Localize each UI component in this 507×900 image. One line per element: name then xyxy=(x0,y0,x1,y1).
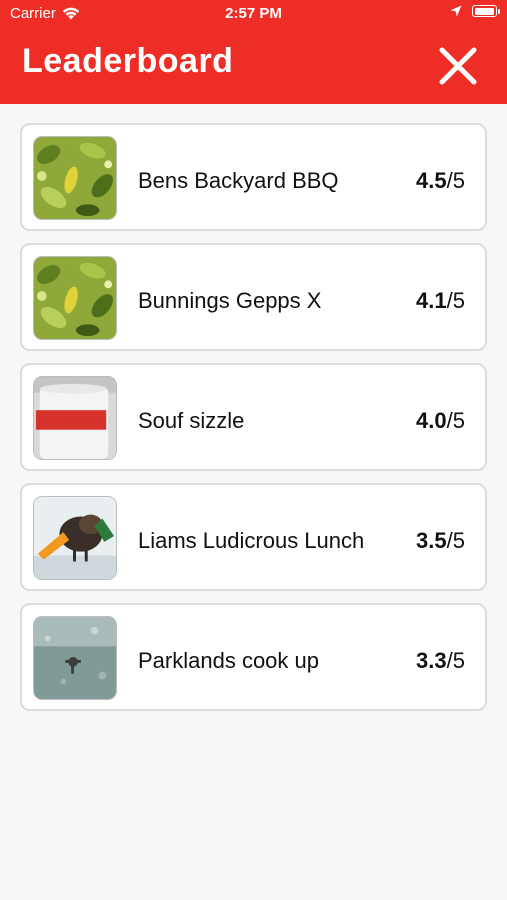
event-photo xyxy=(33,256,117,340)
score-max: /5 xyxy=(446,288,465,313)
score-value: 3.3 xyxy=(416,648,447,673)
event-name: Bens Backyard BBQ xyxy=(138,168,339,193)
event-score: 4.0/5 xyxy=(416,408,465,434)
score-value: 4.0 xyxy=(416,408,447,433)
event-name: Souf sizzle xyxy=(138,408,245,433)
score-value: 3.5 xyxy=(416,528,447,553)
score-value: 4.1 xyxy=(416,288,447,313)
event-score: 4.5/5 xyxy=(416,168,465,194)
page-title: Leaderboard xyxy=(22,42,234,80)
leaderboard-item[interactable]: Souf sizzle 4.0/5 xyxy=(20,363,487,471)
event-photo xyxy=(33,376,117,460)
status-bar: Carrier 2:57 PM xyxy=(0,0,507,28)
battery-icon xyxy=(472,5,500,17)
event-score: 4.1/5 xyxy=(416,288,465,314)
leaderboard-item[interactable]: Bens Backyard BBQ 4.5/5 xyxy=(20,123,487,231)
leaderboard-list: Bens Backyard BBQ 4.5/5 Bunnings Gepps X… xyxy=(20,123,487,723)
status-time: 2:57 PM xyxy=(225,5,282,22)
header-bar: Leaderboard xyxy=(0,28,507,104)
event-photo xyxy=(33,136,117,220)
location-arrow-icon xyxy=(450,5,462,17)
event-name: Parklands cook up xyxy=(138,648,319,673)
score-max: /5 xyxy=(446,528,465,553)
close-button[interactable] xyxy=(437,45,479,87)
leaderboard-item[interactable]: Bunnings Gepps X 4.1/5 xyxy=(20,243,487,351)
leaderboard-item[interactable]: Liams Ludicrous Lunch 3.5/5 xyxy=(20,483,487,591)
event-score: 3.5/5 xyxy=(416,528,465,554)
event-name: Liams Ludicrous Lunch xyxy=(138,528,365,553)
score-max: /5 xyxy=(446,648,465,673)
score-value: 4.5 xyxy=(416,168,447,193)
leaderboard-item[interactable]: Parklands cook up 3.3/5 xyxy=(20,603,487,711)
event-photo xyxy=(33,616,117,700)
score-max: /5 xyxy=(446,408,465,433)
score-max: /5 xyxy=(446,168,465,193)
event-photo xyxy=(33,496,117,580)
event-name: Bunnings Gepps X xyxy=(138,288,322,313)
event-score: 3.3/5 xyxy=(416,648,465,674)
close-icon xyxy=(439,47,477,85)
